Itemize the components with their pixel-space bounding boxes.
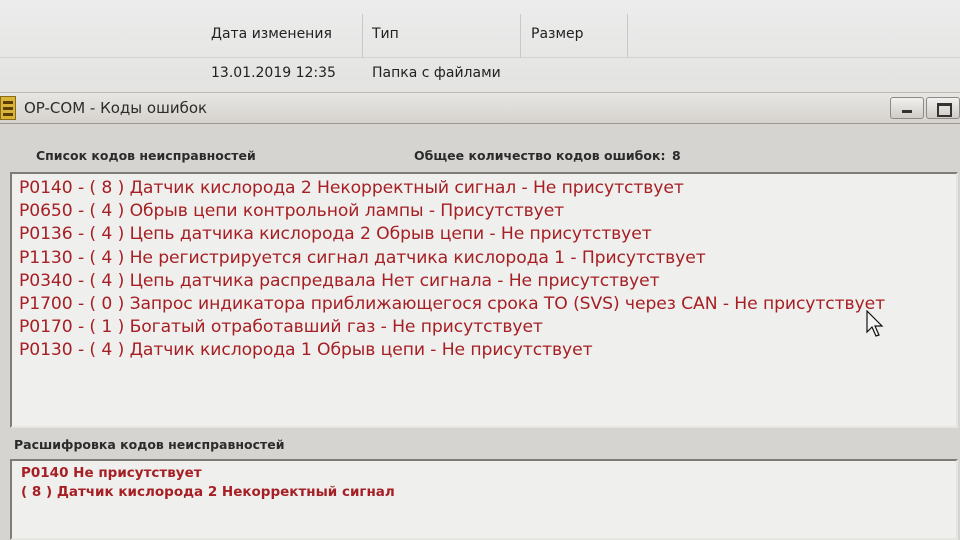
fault-list-header: Список кодов неисправностей bbox=[36, 148, 256, 163]
column-type[interactable]: Тип bbox=[372, 26, 399, 42]
fault-total-value: 8 bbox=[672, 148, 681, 163]
list-item[interactable]: P0340 - ( 4 ) Цепь датчика распредвала Н… bbox=[19, 270, 956, 293]
window-title: OP-COM - Коды ошибок bbox=[24, 99, 208, 117]
list-item[interactable]: P0140 - ( 8 ) Датчик кислорода 2 Некорре… bbox=[19, 177, 956, 200]
list-item[interactable]: P1700 - ( 0 ) Запрос индикатора приближа… bbox=[19, 293, 956, 316]
column-separator[interactable] bbox=[627, 14, 628, 58]
decode-line-code: P0140 Не присутствует bbox=[21, 465, 202, 481]
maximize-button[interactable] bbox=[926, 97, 960, 119]
fault-code-list[interactable]: P0140 - ( 8 ) Датчик кислорода 2 Некорре… bbox=[10, 172, 958, 428]
column-date-modified[interactable]: Дата изменения bbox=[211, 26, 332, 42]
list-item[interactable]: P0170 - ( 1 ) Богатый отработавший газ -… bbox=[19, 316, 956, 339]
list-item[interactable]: P0136 - ( 4 ) Цепь датчика кислорода 2 О… bbox=[19, 223, 956, 246]
fault-total-label: Общее количество кодов ошибок: bbox=[414, 148, 666, 163]
list-item[interactable]: P0650 - ( 4 ) Обрыв цепи контрольной лам… bbox=[19, 200, 956, 223]
explorer-window-background: Дата изменения Тип Размер 13.01.2019 12:… bbox=[0, 0, 960, 92]
file-row-date: 13.01.2019 12:35 bbox=[211, 65, 336, 81]
mouse-cursor-icon bbox=[866, 310, 884, 337]
file-row-type: Папка с файлами bbox=[372, 65, 501, 81]
column-size[interactable]: Размер bbox=[531, 26, 584, 42]
opcom-client-area: Список кодов неисправностей Общее количе… bbox=[0, 124, 960, 540]
explorer-column-header: Дата изменения Тип Размер bbox=[0, 0, 960, 58]
column-separator[interactable] bbox=[520, 14, 521, 58]
decode-line-description: ( 8 ) Датчик кислорода 2 Некорректный си… bbox=[21, 484, 395, 500]
list-item[interactable]: P0130 - ( 4 ) Датчик кислорода 1 Обрыв ц… bbox=[19, 339, 956, 362]
window-title-bar[interactable]: OP-COM - Коды ошибок bbox=[0, 92, 960, 124]
opcom-app-icon[interactable] bbox=[0, 96, 16, 120]
decode-header: Расшифровка кодов неисправностей bbox=[14, 437, 285, 452]
minimize-button[interactable] bbox=[890, 97, 924, 119]
list-item[interactable]: P1130 - ( 4 ) Не регистрируется сигнал д… bbox=[19, 247, 956, 270]
decode-panel[interactable]: P0140 Не присутствует ( 8 ) Датчик кисло… bbox=[10, 459, 958, 540]
column-separator[interactable] bbox=[362, 14, 363, 58]
